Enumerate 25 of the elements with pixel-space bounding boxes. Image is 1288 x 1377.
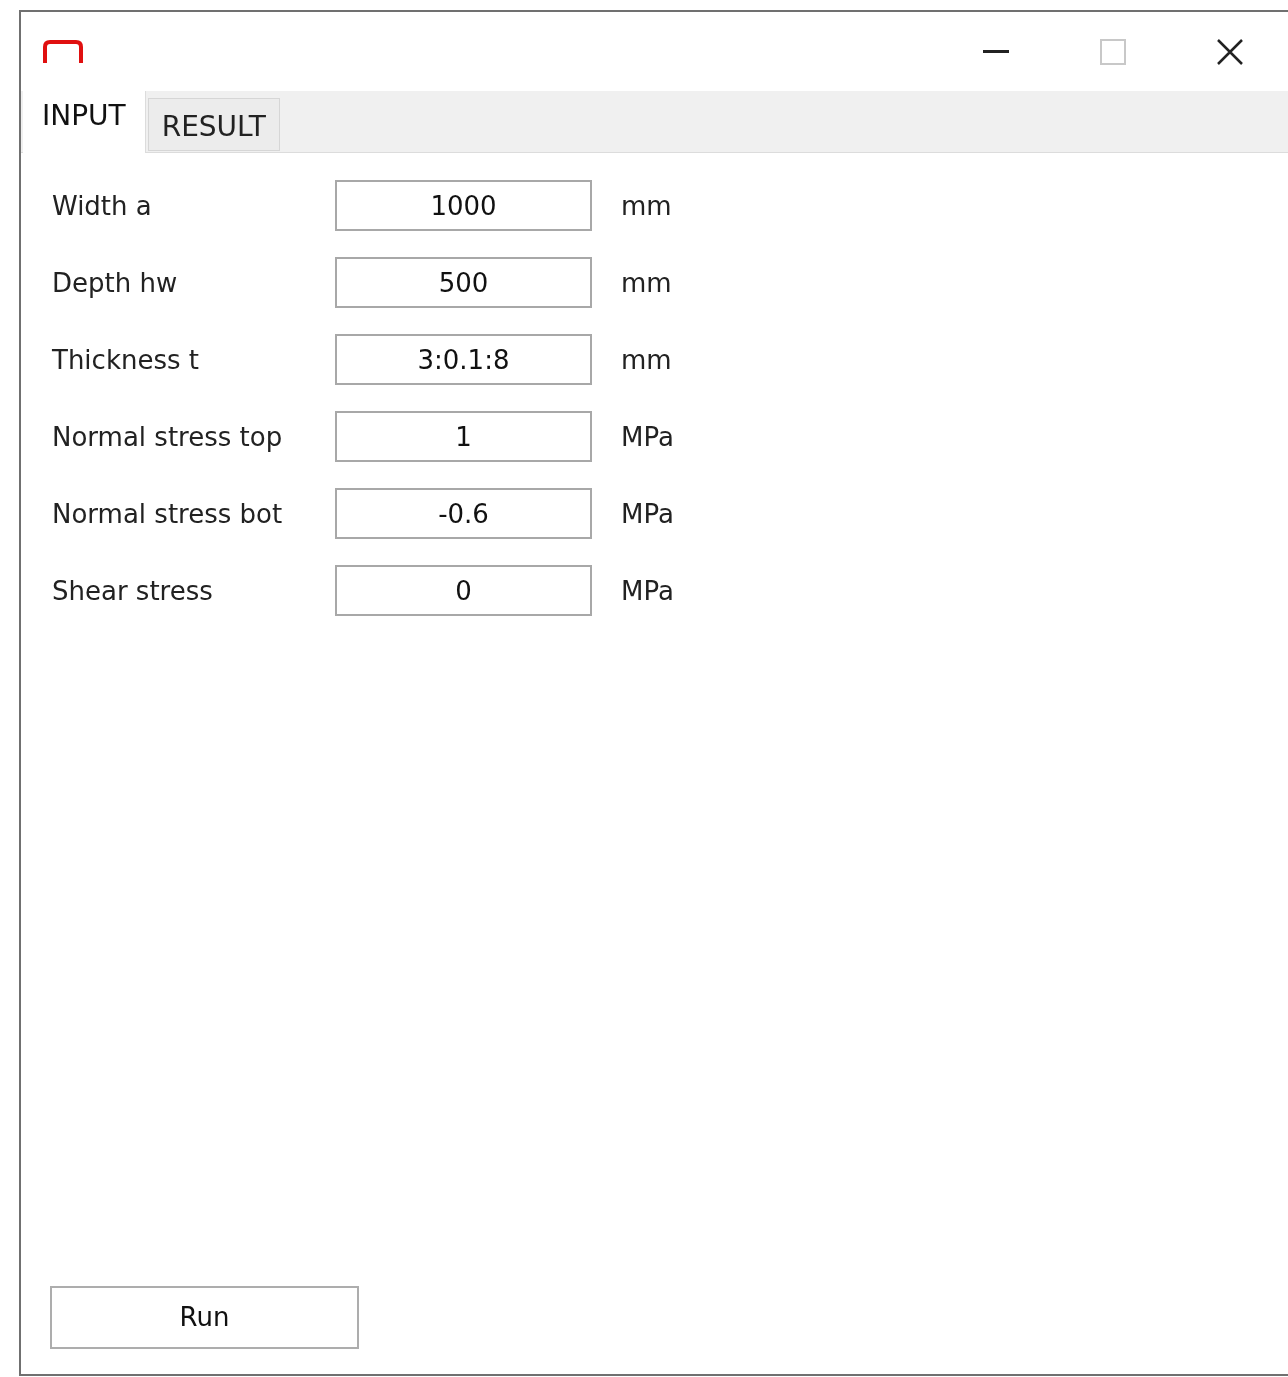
input-field[interactable]: -0.6 bbox=[335, 488, 592, 539]
unit-label: MPa bbox=[621, 498, 674, 531]
unit-label: mm bbox=[621, 190, 672, 223]
field-label: Thickness t bbox=[52, 344, 200, 377]
field-label: Normal stress bot bbox=[52, 498, 284, 531]
run-button[interactable]: Run bbox=[50, 1286, 359, 1349]
input-field[interactable]: 0 bbox=[335, 565, 592, 616]
close-icon bbox=[1215, 37, 1244, 66]
unit-label: mm bbox=[621, 267, 672, 300]
input-field[interactable]: 500 bbox=[335, 257, 592, 308]
unit-label: MPa bbox=[621, 421, 674, 454]
field-label: Shear stress bbox=[52, 575, 214, 608]
field-label: Normal stress top bbox=[52, 421, 284, 454]
tab[interactable]: RESULT bbox=[147, 98, 280, 151]
input-field[interactable]: 3:0.1:8 bbox=[335, 334, 592, 385]
input-field[interactable]: 1000 bbox=[335, 180, 592, 231]
app-logo-icon bbox=[42, 38, 84, 65]
maximize-icon bbox=[1098, 37, 1127, 66]
tab[interactable]: INPUT bbox=[23, 91, 146, 153]
field-label: Width a bbox=[52, 190, 153, 223]
minimize-icon bbox=[981, 50, 1010, 53]
unit-label: mm bbox=[621, 344, 672, 377]
unit-label: MPa bbox=[621, 575, 674, 608]
input-field[interactable]: 1 bbox=[335, 411, 592, 462]
field-label: Depth hw bbox=[52, 267, 179, 300]
